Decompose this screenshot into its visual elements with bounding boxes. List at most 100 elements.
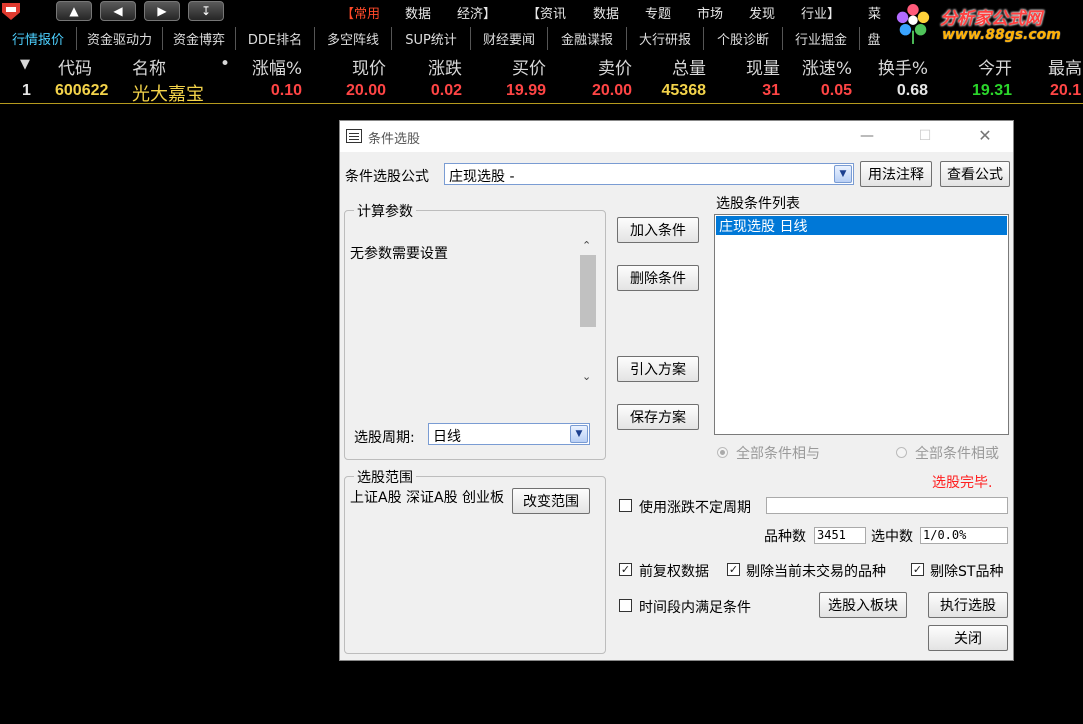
col-change[interactable]: 涨跌 (400, 54, 462, 79)
uncertain-period-input[interactable] (766, 497, 1008, 514)
cell-change: 0.02 (430, 82, 462, 99)
dialog-titlebar[interactable]: 条件选股 — ☐ ✕ (340, 121, 1013, 152)
add-to-block-button[interactable]: 选股入板块 (819, 592, 907, 618)
tab-fund-drive[interactable]: 资金驱动力 (77, 27, 163, 50)
period-select[interactable]: 日线 ▼ (428, 423, 590, 445)
tab-industry-mining[interactable]: 行业掘金 (783, 27, 860, 50)
tab-stock-diagnosis[interactable]: 个股诊断 (704, 27, 783, 50)
tab-research[interactable]: 大行研报 (627, 27, 704, 50)
tab-more[interactable]: 盘 (860, 27, 888, 50)
save-scheme-button[interactable]: 保存方案 (617, 404, 699, 430)
col-name[interactable]: 名称 (132, 54, 166, 79)
row-index: 1 (22, 82, 31, 99)
radio-or[interactable] (896, 447, 907, 458)
menu-data-2[interactable]: 数据 (593, 3, 619, 22)
col-open[interactable]: 今开 (940, 54, 1012, 79)
menu-topics[interactable]: 专题 (645, 3, 671, 22)
col-change-pct[interactable]: 涨幅% (240, 54, 302, 79)
home-icon[interactable]: ▲ (56, 1, 92, 21)
exclude-untraded-checkbox[interactable]: ✓ (727, 563, 740, 576)
import-scheme-button[interactable]: 引入方案 (617, 356, 699, 382)
cell-name: 光大嘉宝 (132, 84, 204, 105)
params-group-title: 计算参数 (354, 201, 416, 221)
window-icon (346, 129, 362, 143)
menu-industry[interactable]: 行业】 (801, 3, 840, 22)
app-logo-icon[interactable] (2, 3, 20, 20)
exclude-st-label: 剔除ST品种 (930, 564, 1004, 580)
cell-change-pct: 0.10 (270, 82, 302, 99)
forward-adjust-checkbox[interactable]: ✓ (619, 563, 632, 576)
col-high[interactable]: 最高 (1048, 54, 1082, 79)
params-text: 无参数需要设置 (350, 246, 448, 262)
table-row[interactable]: 1 600622 光大嘉宝 0.10 20.00 0.02 19.99 20.0… (0, 80, 1083, 105)
tab-fund-game[interactable]: 资金博弈 (163, 27, 236, 50)
close-icon[interactable]: ✕ (970, 125, 1000, 147)
tab-quotes[interactable]: 行情报价 (0, 27, 77, 50)
cell-open: 19.31 (971, 82, 1012, 99)
cell-volume: 45368 (661, 82, 707, 99)
menu-news[interactable]: 【资讯 (527, 3, 566, 22)
cell-price: 20.00 (345, 82, 386, 99)
condition-list[interactable]: 庄现选股 日线 (714, 214, 1009, 435)
brand-watermark: 分析家公式网 www.88gs.com (890, 0, 1083, 48)
maximize-icon[interactable]: ☐ (910, 125, 940, 147)
col-bid[interactable]: 买价 (480, 54, 546, 79)
col-volume[interactable]: 总量 (640, 54, 706, 79)
chevron-down-icon[interactable]: ▼ (570, 425, 588, 443)
range-group-title: 选股范围 (354, 467, 416, 487)
chevron-down-icon[interactable]: ▼ (834, 165, 852, 183)
close-button[interactable]: 关闭 (928, 625, 1008, 651)
range-text: 上证A股 深证A股 创业板 (350, 490, 505, 506)
view-formula-button[interactable]: 查看公式 (940, 161, 1010, 187)
scroll-up-icon[interactable]: ⌃ (582, 239, 591, 252)
brand-name: 分析家公式网 (940, 9, 1042, 29)
menu-economy[interactable]: 经济】 (457, 3, 496, 22)
tab-finance-news[interactable]: 财经要闻 (471, 27, 548, 50)
add-condition-button[interactable]: 加入条件 (617, 217, 699, 243)
menu-data[interactable]: 数据 (405, 3, 431, 22)
exclude-untraded-label: 剔除当前未交易的品种 (746, 564, 886, 580)
radio-or-label: 全部条件相或 (915, 446, 999, 462)
flower-logo-icon (896, 4, 930, 44)
tab-sup-stats[interactable]: SUP统计 (392, 27, 471, 50)
cell-ask: 20.00 (591, 82, 632, 99)
col-code[interactable]: 代码 (58, 54, 92, 79)
scroll-down-icon[interactable]: ⌄ (582, 370, 591, 383)
uncertain-period-label: 使用涨跌不定周期 (639, 500, 751, 516)
time-range-label: 时间段内满足条件 (639, 600, 751, 616)
col-ask[interactable]: 卖价 (560, 54, 632, 79)
time-range-checkbox[interactable] (619, 599, 632, 612)
double-chevron-down-icon[interactable]: ↧ (188, 1, 224, 21)
tab-long-short[interactable]: 多空阵线 (315, 27, 392, 50)
tab-finance-intel[interactable]: 金融谍报 (548, 27, 627, 50)
col-speed[interactable]: 涨速% (770, 54, 852, 79)
condition-list-title: 选股条件列表 (716, 196, 800, 212)
execute-button[interactable]: 执行选股 (928, 592, 1008, 618)
period-label: 选股周期: (354, 430, 415, 446)
tab-dde-rank[interactable]: DDE排名 (236, 27, 315, 50)
delete-condition-button[interactable]: 删除条件 (617, 265, 699, 291)
params-scrollbar-thumb[interactable] (580, 255, 596, 327)
forward-icon[interactable]: ▶ (144, 1, 180, 21)
radio-and[interactable] (717, 447, 728, 458)
change-range-button[interactable]: 改变范围 (512, 488, 590, 514)
back-icon[interactable]: ◀ (100, 1, 136, 21)
col-price[interactable]: 现价 (320, 54, 386, 79)
period-value: 日线 (433, 429, 461, 445)
usage-button[interactable]: 用法注释 (860, 161, 932, 187)
menu-discover[interactable]: 发现 (749, 3, 775, 22)
selected-label: 选中数 (871, 529, 913, 545)
col-flag[interactable]: • (220, 54, 230, 74)
menu-more[interactable]: 菜 (868, 3, 881, 22)
formula-select[interactable]: 庄现选股 - ▼ (444, 163, 854, 185)
exclude-st-checkbox[interactable]: ✓ (911, 563, 924, 576)
menu-market[interactable]: 市场 (697, 3, 723, 22)
count-label: 品种数 (764, 529, 806, 545)
minimize-icon[interactable]: — (852, 125, 882, 147)
list-item[interactable]: 庄现选股 日线 (716, 216, 1007, 235)
uncertain-period-checkbox[interactable] (619, 499, 632, 512)
count-field: 3451 (814, 527, 866, 544)
col-turnover[interactable]: 换手% (860, 54, 928, 79)
menu-common[interactable]: 【常用 (341, 3, 380, 22)
sort-dropdown-icon[interactable]: ▼ (20, 57, 30, 72)
